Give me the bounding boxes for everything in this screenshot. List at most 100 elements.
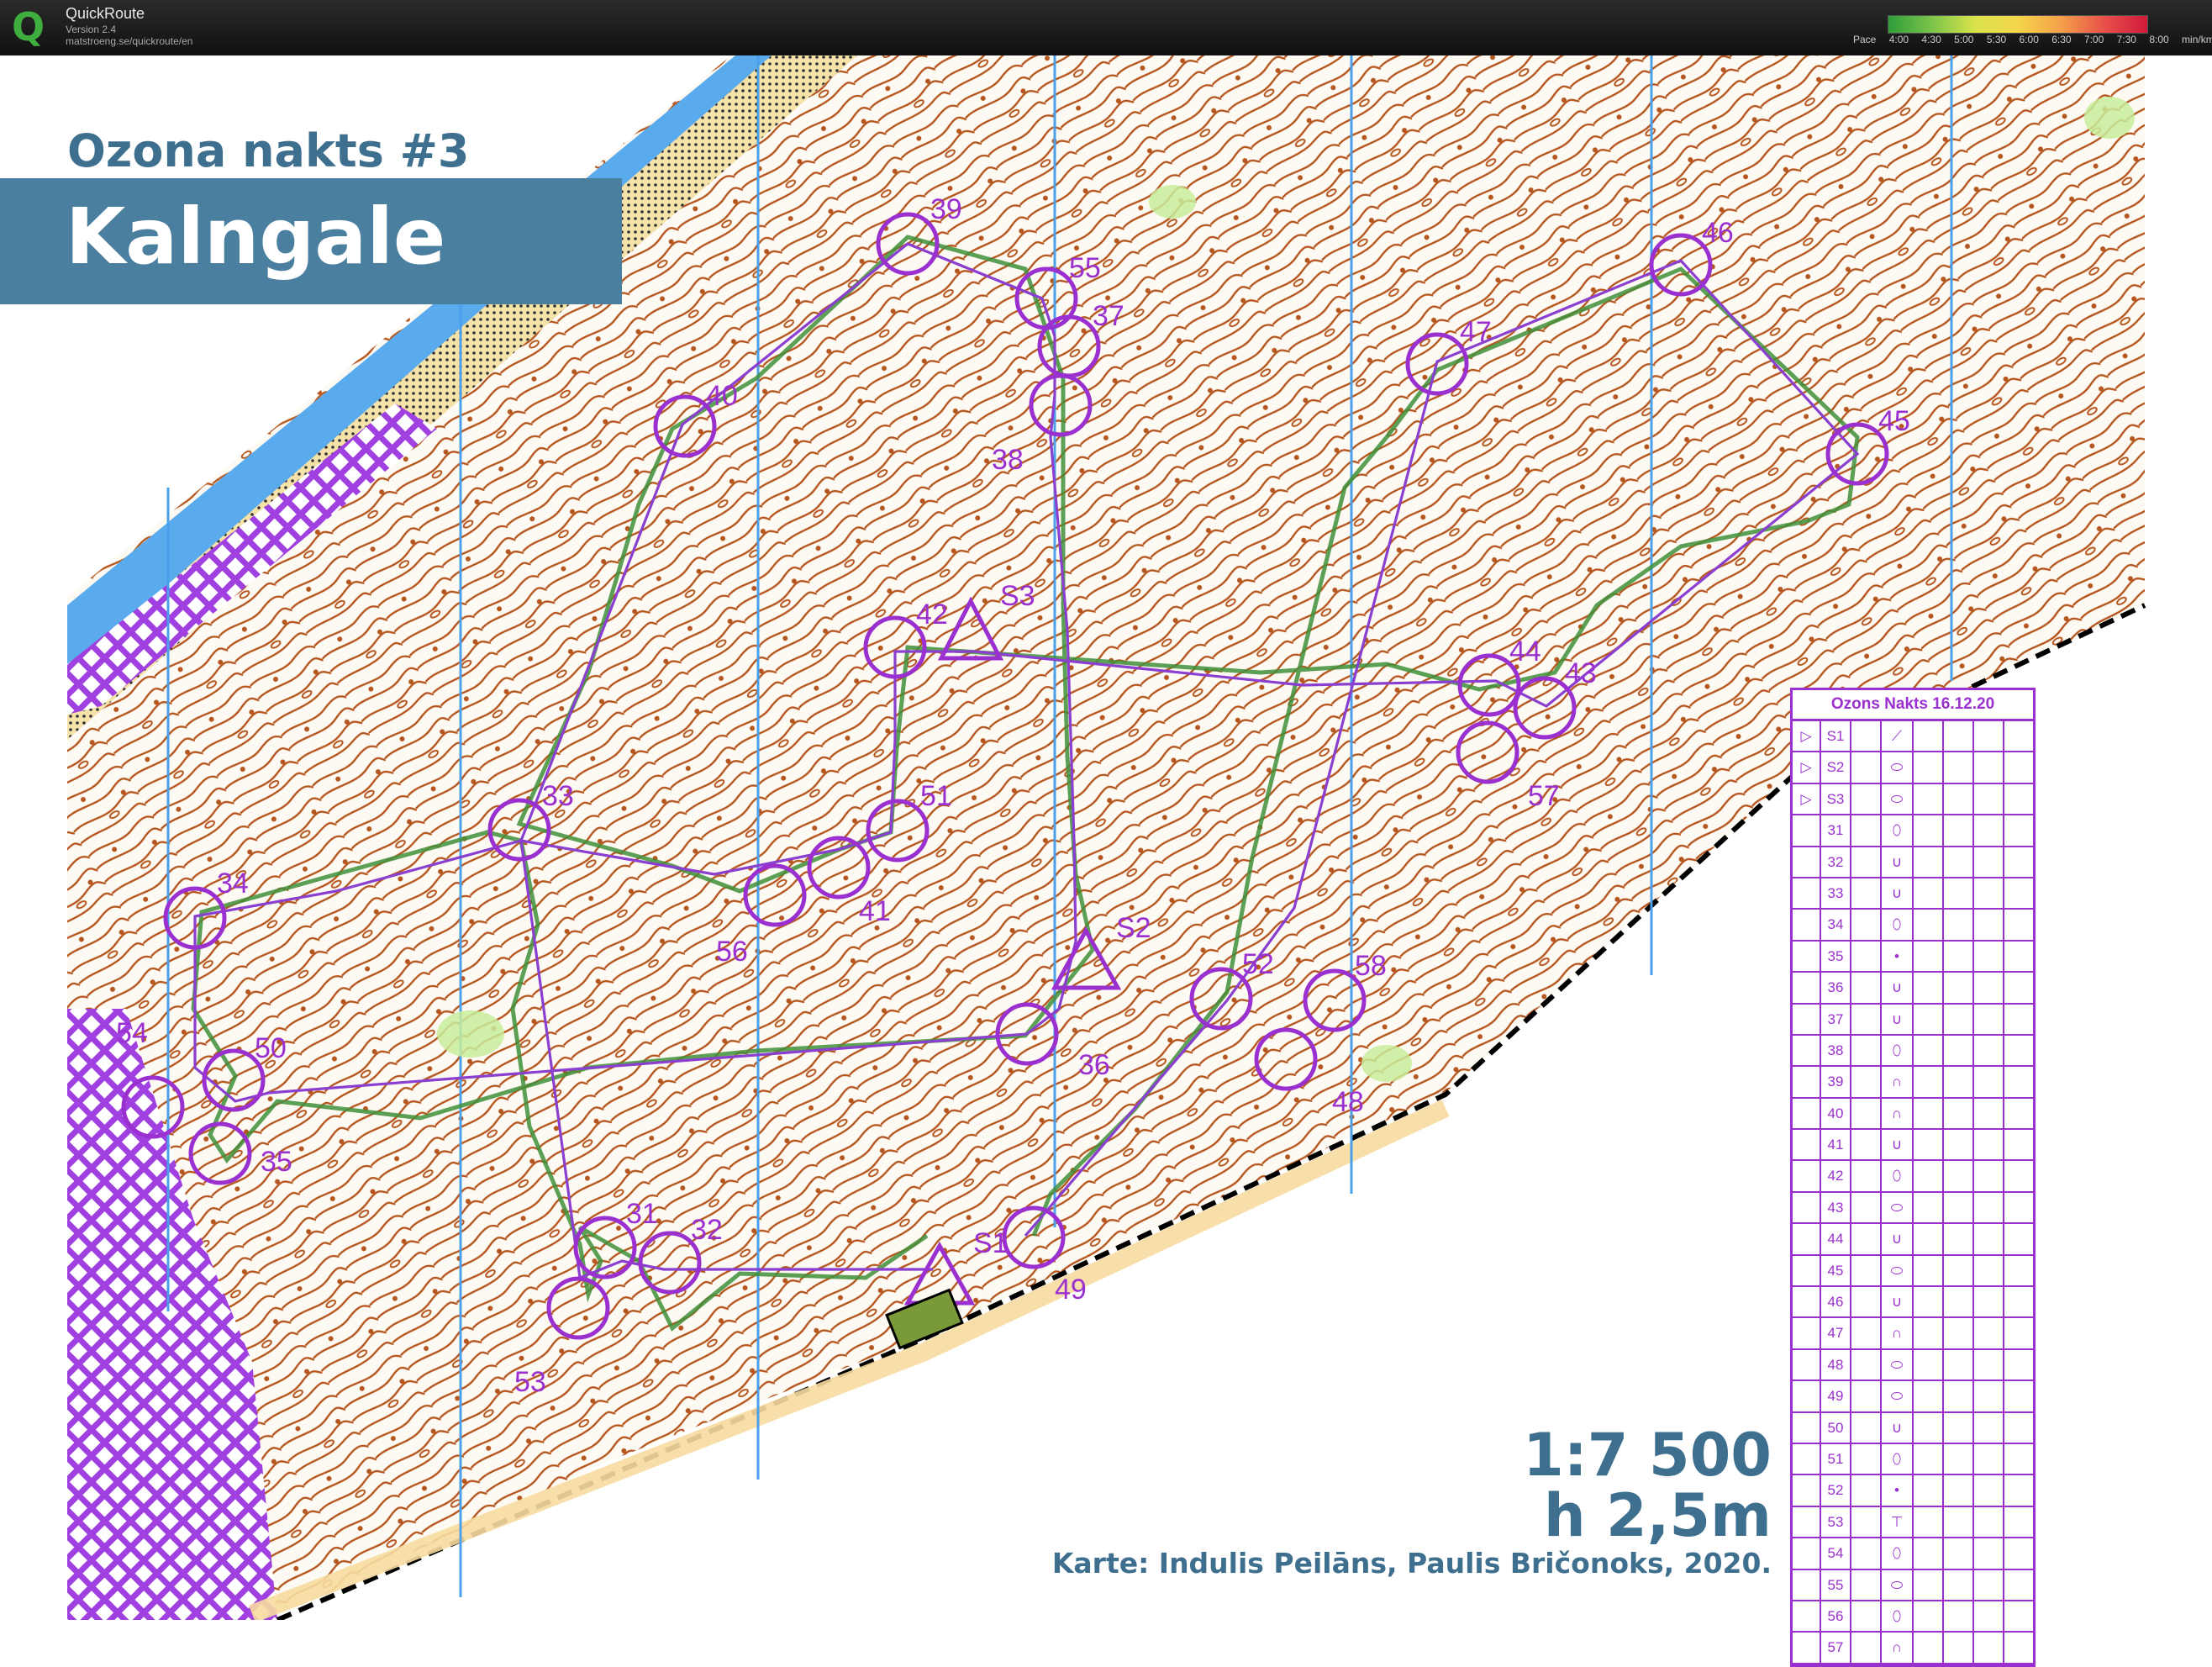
description-cell — [1851, 973, 1882, 1003]
feature-symbol-icon: ⬯ — [1882, 1601, 1914, 1632]
description-cell — [1851, 752, 1882, 783]
description-cell — [1851, 1035, 1882, 1066]
description-cell — [1944, 1318, 1974, 1348]
description-cell — [1944, 721, 1974, 752]
start-triangle-icon: ▷ — [1793, 752, 1821, 783]
start-label-s3: S3 — [1000, 580, 1035, 612]
control-code: 31 — [1821, 815, 1851, 846]
description-cell — [1851, 721, 1882, 752]
control-label: 57 — [1528, 780, 1560, 812]
control-label: 40 — [706, 380, 738, 412]
control-code: 32 — [1821, 847, 1851, 877]
feature-symbol-icon: ∪ — [1882, 1412, 1914, 1443]
control-code: 54 — [1821, 1538, 1851, 1569]
description-row: 35 • — [1793, 941, 2033, 973]
feature-symbol-icon: ⟋ — [1882, 721, 1914, 752]
control-label: 39 — [930, 193, 962, 225]
description-cell — [1914, 941, 1944, 972]
description-cell — [1944, 1067, 1974, 1097]
description-cell — [1914, 752, 1944, 783]
description-cell — [1944, 1412, 1974, 1443]
feature-symbol-icon: ⊤ — [1882, 1506, 1914, 1538]
control-label: 49 — [1055, 1274, 1087, 1306]
description-cell — [1851, 1569, 1882, 1600]
description-row: 47 ∩ — [1793, 1318, 2033, 1350]
description-cell — [1944, 1506, 1974, 1538]
pace-color-scale — [1888, 15, 2148, 34]
control-label: 42 — [916, 599, 948, 630]
feature-symbol-icon: ∪ — [1882, 1130, 1914, 1160]
feature-symbol-icon: ⬯ — [1882, 1161, 1914, 1191]
feature-symbol-icon: ⬭ — [1882, 1255, 1914, 1286]
description-cell — [1944, 941, 1974, 972]
start-triangle-icon: ▷ — [1793, 721, 1821, 752]
description-cell — [1914, 1287, 1944, 1317]
control-code: 45 — [1821, 1255, 1851, 1286]
control-code: S2 — [1821, 752, 1851, 783]
description-row: 48 ⬭ — [1793, 1349, 2033, 1382]
control-label: 38 — [992, 444, 1024, 476]
description-row: 55 ⬭ — [1793, 1569, 2033, 1601]
feature-symbol-icon: ∪ — [1882, 1004, 1914, 1034]
description-cell — [1944, 1035, 1974, 1066]
description-cell — [1944, 1443, 1974, 1474]
description-cell — [1974, 1035, 2004, 1066]
description-cell — [1944, 1287, 1974, 1317]
control-code: 34 — [1821, 910, 1851, 940]
description-cell — [1914, 1443, 1944, 1474]
pace-legend-prefix: Pace — [1853, 34, 1877, 45]
row-blank — [1793, 1287, 1821, 1317]
control-label: 43 — [1565, 657, 1597, 689]
description-cell — [1851, 941, 1882, 972]
description-row: 49 ⬭ — [1793, 1381, 2033, 1413]
row-blank — [1793, 1443, 1821, 1474]
pace-tick: 5:30 — [1986, 34, 2007, 45]
description-cell — [1944, 1192, 1974, 1223]
description-row: 33 ∪ — [1793, 878, 2033, 910]
feature-symbol-icon: ∩ — [1882, 1098, 1914, 1129]
pace-tick: 4:00 — [1888, 34, 1909, 45]
description-row: 37 ∪ — [1793, 1004, 2033, 1036]
row-blank — [1793, 1130, 1821, 1160]
description-cell — [1914, 815, 1944, 846]
description-cell — [1974, 973, 2004, 1003]
feature-symbol-icon: • — [1882, 941, 1914, 972]
description-cell — [1914, 1349, 1944, 1380]
app-version: Version 2.4 — [66, 24, 117, 35]
row-blank — [1793, 1192, 1821, 1223]
control-code: 33 — [1821, 878, 1851, 909]
description-cell — [1914, 1004, 1944, 1034]
control-label: 45 — [1878, 405, 1910, 437]
control-code: 43 — [1821, 1192, 1851, 1223]
description-cell — [1851, 1067, 1882, 1097]
description-cell — [1944, 1569, 1974, 1600]
description-cell — [1914, 1475, 1944, 1506]
description-cell — [1851, 1318, 1882, 1348]
description-cell — [1851, 1192, 1882, 1223]
control-label: 35 — [261, 1146, 292, 1178]
pace-tick: 6:30 — [2051, 34, 2072, 45]
pace-unit: min/km — [2182, 34, 2212, 45]
description-cell — [1851, 1381, 1882, 1411]
row-blank — [1793, 1035, 1821, 1066]
control-code: S3 — [1821, 783, 1851, 815]
description-cell — [1974, 1381, 2004, 1411]
start-label-s2: S2 — [1116, 912, 1151, 944]
description-cell — [1914, 1035, 1944, 1066]
control-code: 46 — [1821, 1287, 1851, 1317]
description-cell — [1851, 1255, 1882, 1286]
description-row: 56 ⬯ — [1793, 1601, 2033, 1633]
row-blank — [1793, 1475, 1821, 1506]
description-row: ▷ S1 ⟋ — [1793, 721, 2033, 753]
description-cell — [1851, 1412, 1882, 1443]
description-cell — [1944, 1538, 1974, 1569]
description-cell — [1914, 1130, 1944, 1160]
row-blank — [1793, 1224, 1821, 1254]
control-label: 32 — [691, 1214, 723, 1246]
feature-symbol-icon: ⬭ — [1882, 752, 1914, 783]
description-cell — [1851, 1506, 1882, 1538]
feature-symbol-icon: ⬭ — [1882, 783, 1914, 815]
row-blank — [1793, 973, 1821, 1003]
feature-symbol-icon: ⬯ — [1882, 1538, 1914, 1569]
description-row: 42 ⬯ — [1793, 1161, 2033, 1193]
